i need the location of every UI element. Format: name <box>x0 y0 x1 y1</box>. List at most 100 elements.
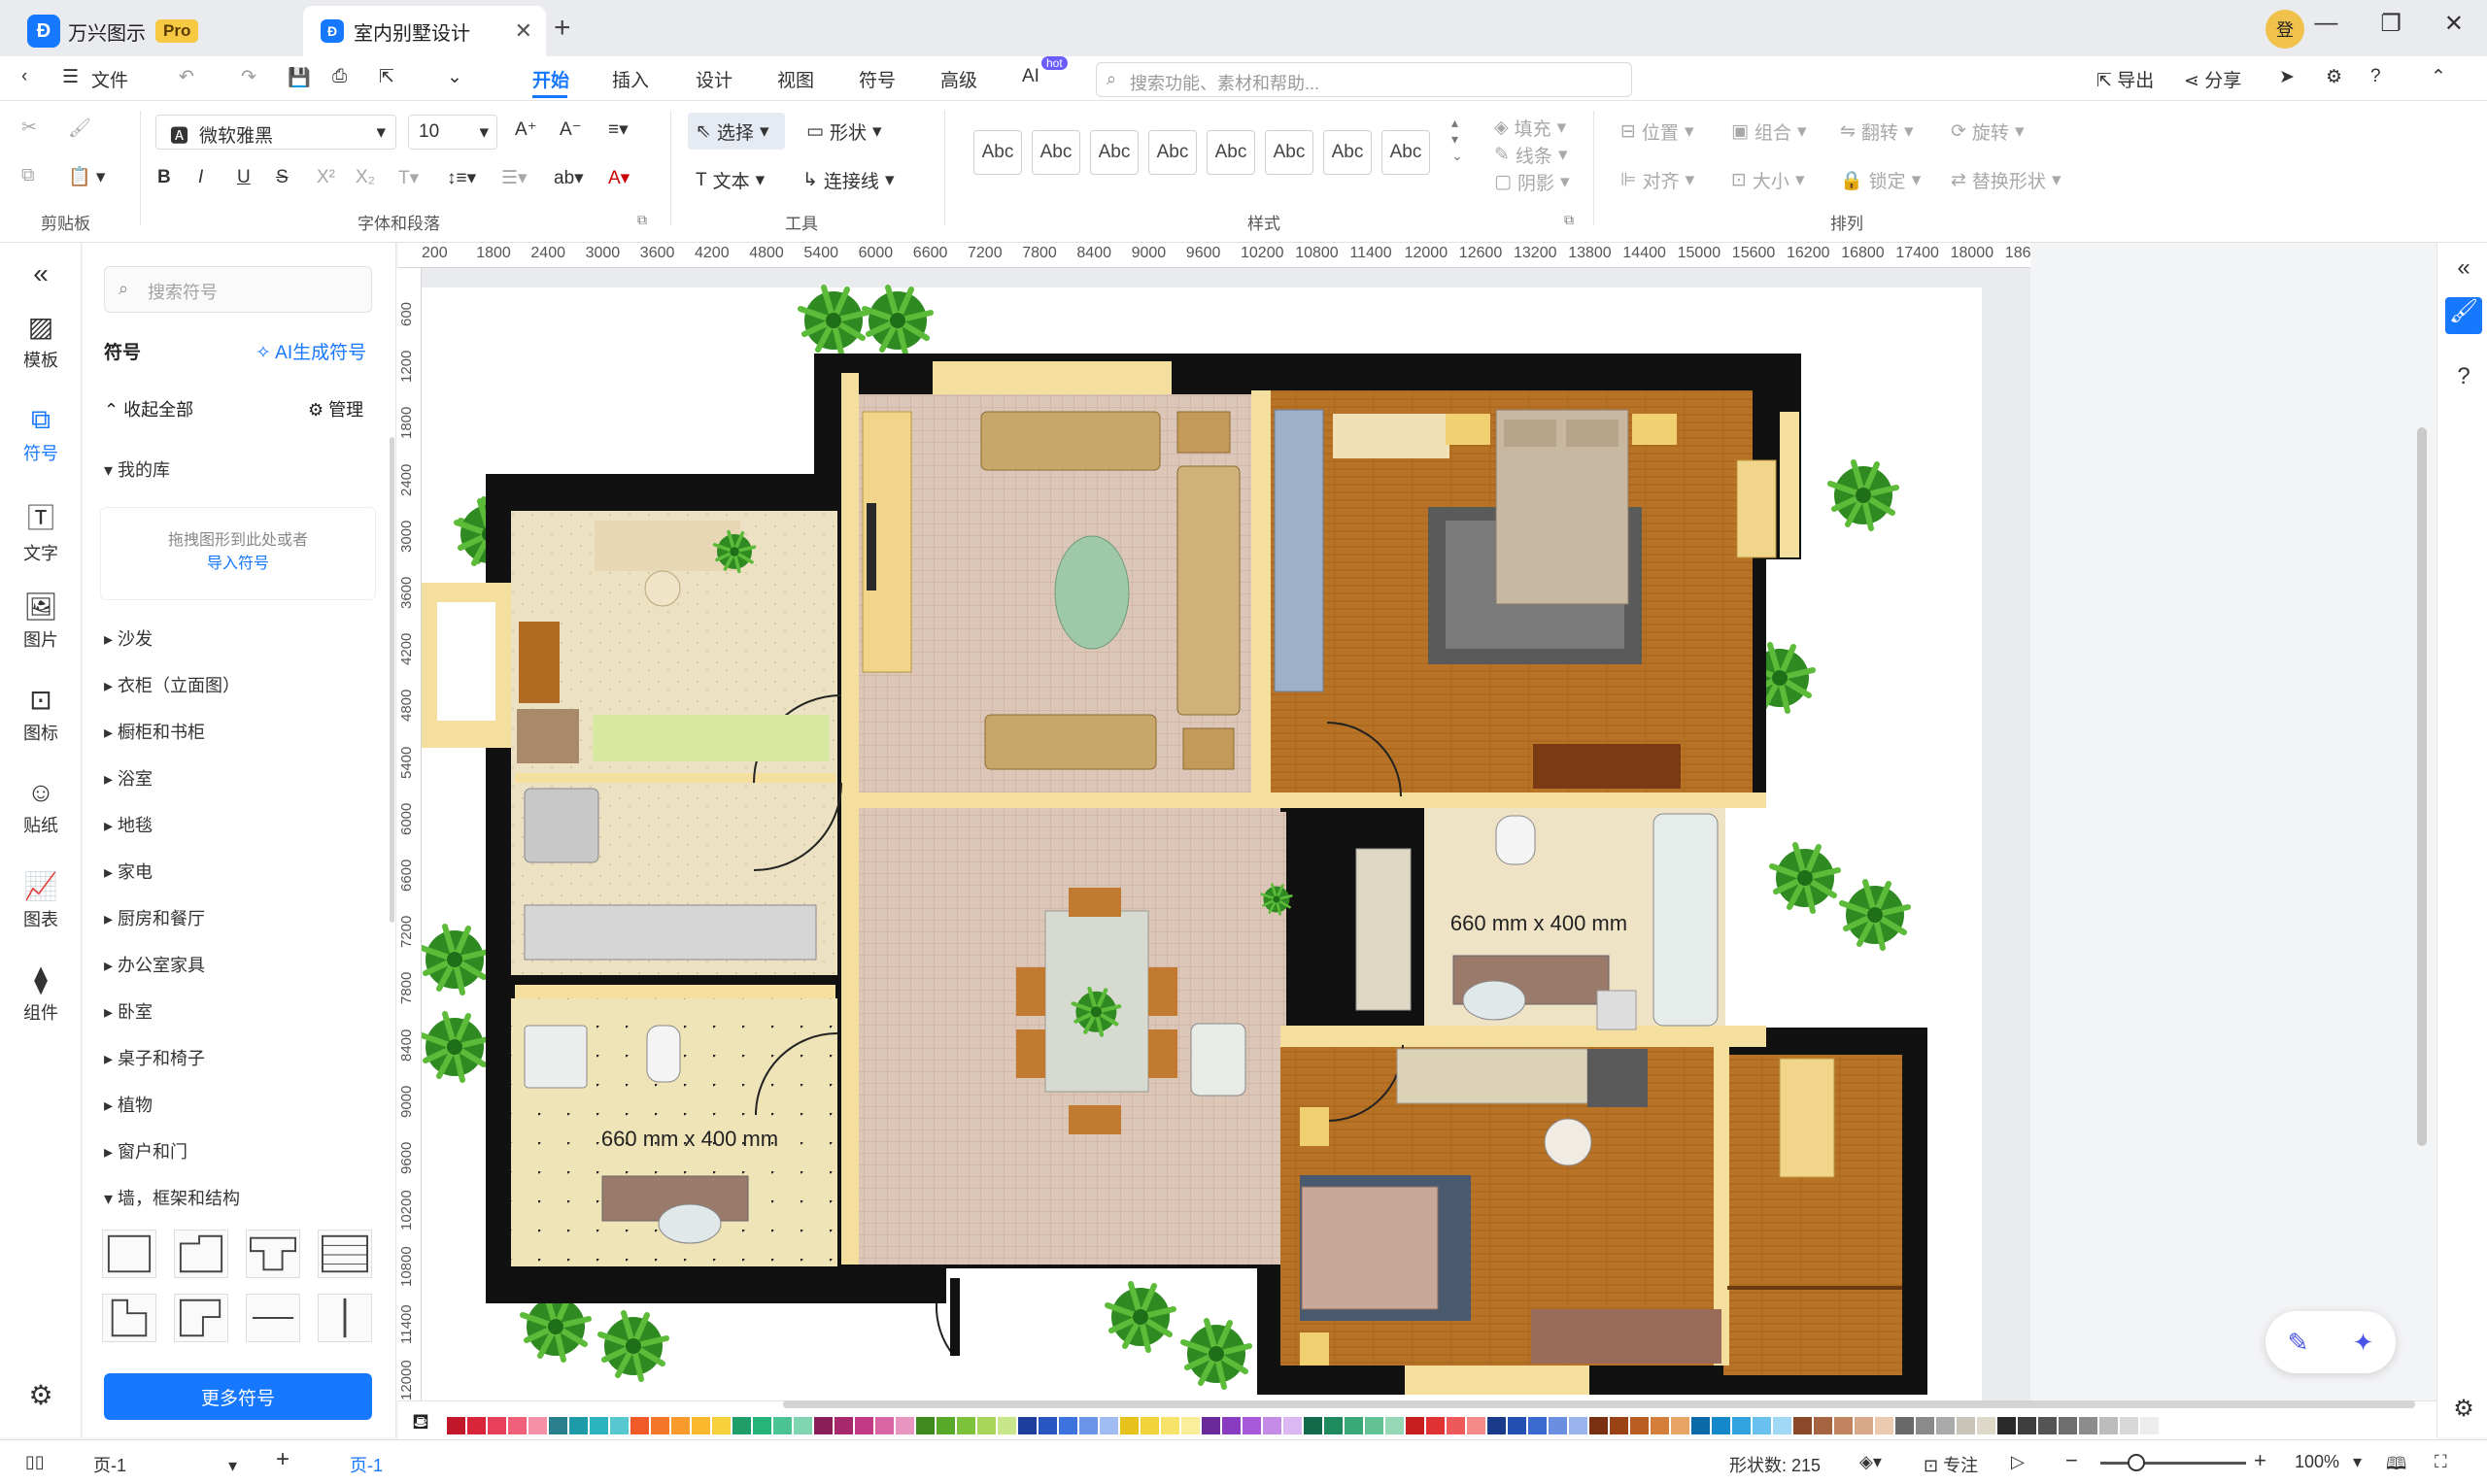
plant-icon[interactable] <box>801 287 867 354</box>
color-swatch[interactable] <box>508 1417 527 1434</box>
rail-item-templates[interactable]: ▨ 模板 <box>0 311 82 372</box>
plant-icon[interactable] <box>422 927 488 993</box>
color-swatch[interactable] <box>2059 1417 2077 1434</box>
color-swatch[interactable] <box>1324 1417 1343 1434</box>
color-swatch[interactable] <box>855 1417 873 1434</box>
horizontal-scrollbar[interactable] <box>783 1400 2415 1408</box>
dresser[interactable] <box>1533 744 1681 789</box>
color-swatch[interactable] <box>1651 1417 1669 1434</box>
rail-item-symbols[interactable]: ⧉ 符号 <box>0 404 82 465</box>
wall-step-shape[interactable] <box>174 1294 228 1342</box>
color-swatch[interactable] <box>1589 1417 1608 1434</box>
font-family-select[interactable]: 🅰 微软雅黑 ▾ <box>155 115 396 150</box>
color-swatch[interactable] <box>1283 1417 1302 1434</box>
back-icon[interactable]: ‹ <box>21 66 27 87</box>
font-color-icon[interactable]: A▾ <box>608 167 630 189</box>
color-swatch[interactable] <box>1549 1417 1567 1434</box>
color-swatch[interactable] <box>1732 1417 1751 1434</box>
wall-l-shape[interactable] <box>174 1230 228 1278</box>
line-button[interactable]: ✎ 线条 ▾ <box>1494 142 1567 168</box>
plant-icon[interactable] <box>1842 882 1908 948</box>
fill-button[interactable]: ◈ 填充 ▾ <box>1494 115 1566 141</box>
color-swatch[interactable] <box>1039 1417 1057 1434</box>
app-tab[interactable]: Ð 万兴图示 Pro <box>27 6 199 56</box>
layers-icon[interactable]: ◈▾ <box>1859 1452 1882 1472</box>
library-drop-zone[interactable]: 拖拽图形到此处或者 导入符号 <box>100 507 376 600</box>
style-preset[interactable]: Abc <box>1381 130 1430 175</box>
dialog-launcher-icon[interactable]: ⧉ <box>637 212 647 228</box>
add-page-icon[interactable]: + <box>276 1446 290 1473</box>
color-swatch[interactable] <box>1345 1417 1363 1434</box>
plant-icon[interactable] <box>600 1313 666 1379</box>
flip-button[interactable]: ⇋ 翻转 ▾ <box>1840 118 1913 145</box>
paste-icon[interactable]: 📋 ▾ <box>68 165 105 188</box>
color-swatch[interactable] <box>1202 1417 1220 1434</box>
bold-icon[interactable]: B <box>157 167 171 188</box>
category-sofa[interactable]: ▸ 沙发 <box>104 625 153 651</box>
dimension-label-left[interactable]: 660 mm x 400 mm <box>601 1127 778 1151</box>
color-swatch[interactable] <box>1997 1417 2016 1434</box>
color-swatch[interactable] <box>569 1417 588 1434</box>
color-swatch[interactable] <box>1753 1417 1771 1434</box>
color-swatch[interactable] <box>1671 1417 1689 1434</box>
color-swatch[interactable] <box>2140 1417 2159 1434</box>
color-swatch[interactable] <box>1814 1417 1832 1434</box>
color-swatch[interactable] <box>1773 1417 1791 1434</box>
color-swatch[interactable] <box>794 1417 812 1434</box>
color-swatch[interactable] <box>2018 1417 2036 1434</box>
replace-shape-button[interactable]: ⇄ 替换形状 ▾ <box>1951 167 2061 193</box>
wall-vertical-shape[interactable] <box>318 1294 372 1342</box>
style-preset[interactable]: Abc <box>1207 130 1255 175</box>
subscript-icon[interactable]: X₂ <box>356 167 375 188</box>
more-symbols-button[interactable]: 更多符号 <box>104 1373 372 1420</box>
collapse-panel-icon[interactable]: « <box>0 258 82 293</box>
toilet[interactable] <box>1495 815 1536 865</box>
search-input[interactable]: ⌕ 搜索功能、素材和帮助... <box>1096 62 1632 97</box>
tab-view[interactable]: 视图 <box>777 66 814 92</box>
category-cabinets[interactable]: ▸ 橱柜和书柜 <box>104 719 205 744</box>
color-swatch[interactable] <box>651 1417 669 1434</box>
category-tables[interactable]: ▸ 桌子和椅子 <box>104 1045 205 1070</box>
gear-icon[interactable]: ⚙ <box>2445 1395 2482 1432</box>
color-swatch[interactable] <box>1243 1417 1261 1434</box>
new-tab-button[interactable]: + <box>554 12 571 45</box>
color-swatch[interactable] <box>1263 1417 1281 1434</box>
color-swatch[interactable] <box>1487 1417 1506 1434</box>
collapse-ribbon-icon[interactable]: ⌃ <box>2431 66 2446 88</box>
color-swatch[interactable] <box>1712 1417 1730 1434</box>
color-swatch[interactable] <box>998 1417 1016 1434</box>
color-swatch[interactable] <box>1875 1417 1893 1434</box>
page-tab[interactable]: 页-1 <box>350 1452 383 1477</box>
color-swatch[interactable] <box>692 1417 710 1434</box>
import-symbol-link[interactable]: 导入符号 <box>207 556 269 572</box>
color-swatch[interactable] <box>712 1417 731 1434</box>
italic-icon[interactable]: I <box>198 167 203 188</box>
dialog-launcher-icon[interactable]: ⧉ <box>1564 212 1574 228</box>
color-swatch[interactable] <box>1936 1417 1955 1434</box>
drawing-canvas[interactable]: 660 mm x 400 mm 660 mm x 400 mm <box>422 268 2030 1400</box>
color-swatch[interactable] <box>1426 1417 1445 1434</box>
save-icon[interactable]: 💾 <box>288 66 311 89</box>
color-swatch[interactable] <box>671 1417 690 1434</box>
style-preset[interactable]: Abc <box>1323 130 1372 175</box>
superscript-icon[interactable]: X² <box>317 167 335 188</box>
export-button[interactable]: ⇱ 导出 <box>2096 66 2154 92</box>
text-case-icon[interactable]: ab▾ <box>554 167 584 189</box>
focus-button[interactable]: ⊡ 专注 <box>1924 1452 1978 1477</box>
plant-icon[interactable] <box>422 1014 488 1080</box>
cut-icon[interactable]: ✂ <box>21 117 37 139</box>
group-button[interactable]: ▣ 组合 ▾ <box>1731 118 1807 145</box>
ai-draw-icon[interactable]: ✎ <box>2288 1328 2309 1358</box>
tab-start[interactable]: 开始 <box>532 66 569 92</box>
plant-icon[interactable] <box>1772 845 1838 911</box>
color-swatch[interactable] <box>1528 1417 1547 1434</box>
style-preset[interactable]: Abc <box>973 130 1022 175</box>
text-format-icon[interactable]: T▾ <box>398 167 419 189</box>
help-icon[interactable]: ? <box>2370 66 2381 87</box>
color-swatch[interactable] <box>1569 1417 1587 1434</box>
tab-symbol[interactable]: 符号 <box>859 66 896 92</box>
color-swatch[interactable] <box>835 1417 853 1434</box>
color-swatch[interactable] <box>977 1417 996 1434</box>
color-swatch[interactable] <box>896 1417 914 1434</box>
tab-advanced[interactable]: 高级 <box>940 66 977 92</box>
